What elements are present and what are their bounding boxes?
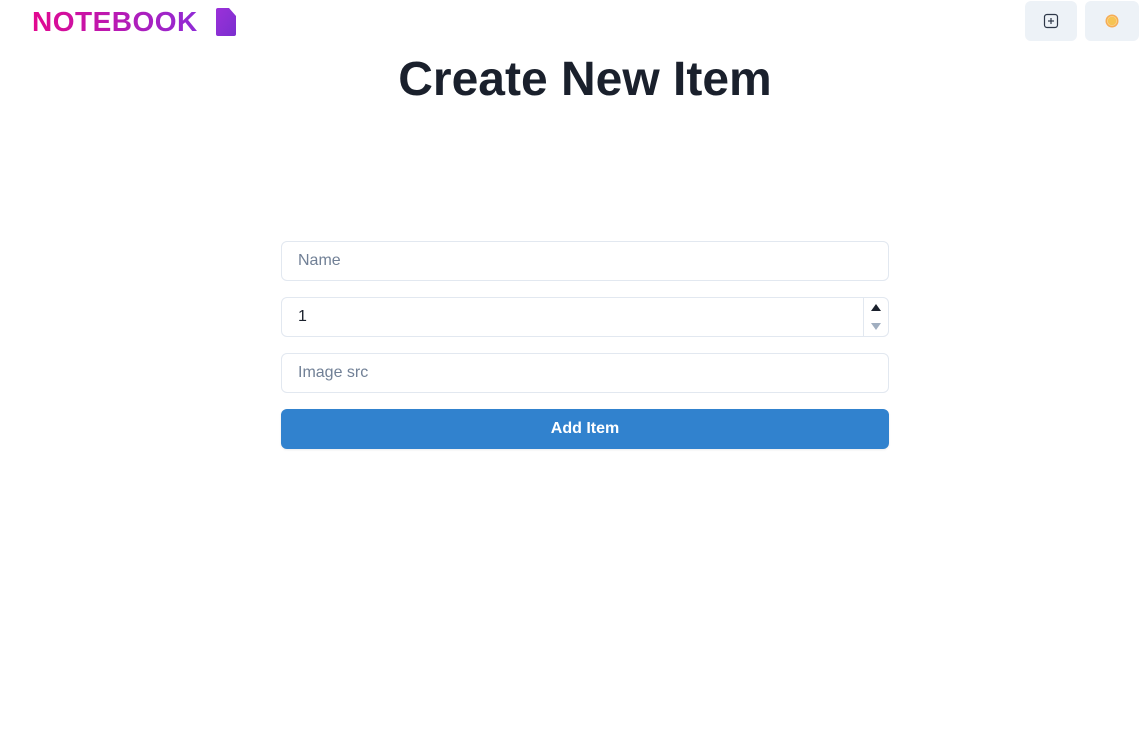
- page-title: Create New Item: [398, 53, 772, 106]
- file-icon: [215, 8, 236, 36]
- brand-name: NOTEBOOK: [32, 6, 198, 37]
- name-input[interactable]: [282, 242, 888, 280]
- quantity-input[interactable]: [282, 298, 888, 336]
- theme-toggle-button[interactable]: [1085, 1, 1139, 41]
- navbar: NOTEBOOK: [0, 0, 1145, 44]
- image-src-field-wrapper: [281, 353, 889, 393]
- decrement-button[interactable]: [864, 317, 888, 336]
- sun-icon: [1105, 14, 1119, 28]
- increment-button[interactable]: [864, 298, 888, 317]
- triangle-down-icon: [871, 323, 881, 330]
- plus-square-icon: [1043, 13, 1059, 29]
- triangle-up-icon: [871, 304, 881, 311]
- add-item-button[interactable]: [1025, 1, 1077, 41]
- brand-link[interactable]: NOTEBOOK: [32, 6, 240, 38]
- add-item-submit-button[interactable]: Add Item: [281, 409, 889, 449]
- quantity-stepper: [863, 298, 888, 336]
- image-src-input[interactable]: [282, 354, 888, 392]
- create-item-form: Add Item: [281, 241, 889, 449]
- name-field-wrapper: [281, 241, 889, 281]
- quantity-field-wrapper: [281, 297, 889, 337]
